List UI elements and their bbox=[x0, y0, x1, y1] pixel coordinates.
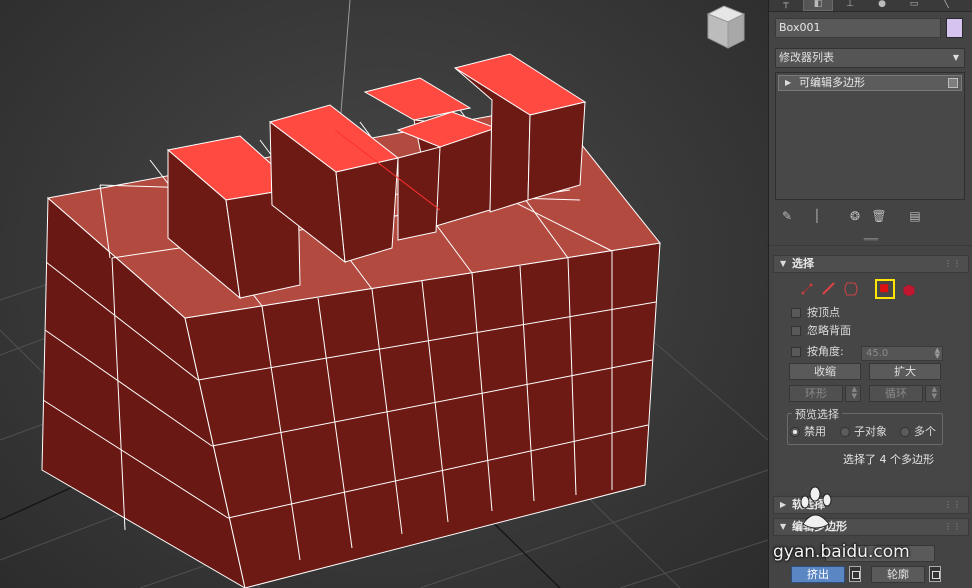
angle-spinner[interactable]: 45.0 ▲ ▼ bbox=[861, 346, 943, 361]
outline-settings-icon[interactable] bbox=[929, 566, 941, 582]
outline-button[interactable]: 轮廓 bbox=[871, 566, 925, 583]
extrude-settings-icon[interactable] bbox=[849, 566, 861, 582]
ring-spinner-icon: ▲ ▼ bbox=[851, 385, 857, 400]
edit-polygons-buttons: 挤出 轮廓 bbox=[789, 566, 965, 584]
create-tab-icon[interactable]: ┬ bbox=[771, 0, 801, 11]
vertex-level-icon[interactable] bbox=[797, 279, 817, 299]
selection-rollout-body: 按顶点 忽略背面 按角度: 45.0 ▲ ▼ 收缩 扩大 环形 ▲ ▼ 循环 ▲ ▼ … bbox=[773, 273, 969, 493]
make-unique-icon[interactable]: ❂ bbox=[847, 208, 863, 224]
expand-triangle-icon[interactable]: ▶ bbox=[785, 76, 791, 90]
stack-item-editable-poly[interactable]: ▶ 可编辑多边形 bbox=[778, 75, 962, 91]
panel-tabbar: ┬ ◧ ⊥ ● ▭ ╲ bbox=[769, 0, 972, 12]
ignore-backfacing-label: 忽略背面 bbox=[807, 324, 851, 337]
ring-spinner[interactable]: ▲ ▼ bbox=[845, 385, 861, 402]
soft-selection-rollout-header[interactable]: ▶ 软选择 ⋮⋮ bbox=[773, 496, 969, 514]
configure-sets-icon[interactable]: ▤ bbox=[907, 208, 923, 224]
remove-modifier-icon[interactable]: 🗑 bbox=[871, 208, 887, 224]
selection-rollout-header[interactable]: ▼ 选择 ⋮⋮ bbox=[773, 255, 969, 273]
view-cube[interactable] bbox=[700, 2, 750, 52]
preview-off-label: 禁用 bbox=[804, 425, 826, 438]
loop-label: 循环 bbox=[885, 387, 907, 400]
spinner-arrows-icon[interactable]: ▲ ▼ bbox=[935, 347, 940, 360]
edit-polygons-rollout-title: 编辑多边形 bbox=[792, 520, 847, 533]
object-name-field[interactable]: Box001 bbox=[775, 18, 941, 38]
selection-rollout-title: 选择 bbox=[792, 257, 814, 270]
panel-divider[interactable]: ═══ bbox=[769, 236, 972, 246]
preview-subobject-label: 子对象 bbox=[854, 425, 887, 438]
preview-subobject-radio[interactable] bbox=[840, 427, 850, 437]
loop-spinner-icon: ▲ ▼ bbox=[931, 385, 937, 400]
rollout-dots-icon: ⋮⋮ bbox=[944, 259, 962, 268]
perspective-viewport[interactable] bbox=[0, 0, 768, 588]
expand-icon: ▶ bbox=[780, 500, 787, 509]
show-end-result-icon[interactable]: │ bbox=[809, 208, 825, 224]
stack-item-label: 可编辑多边形 bbox=[799, 76, 865, 89]
modifier-list-label: 修改器列表 bbox=[779, 51, 834, 64]
soft-selection-rollout-title: 软选择 bbox=[792, 498, 825, 511]
selection-status-text: 选择了 4 个多边形 bbox=[843, 453, 934, 466]
display-tab-icon[interactable]: ▭ bbox=[899, 0, 929, 11]
hierarchy-tab-icon[interactable]: ⊥ bbox=[835, 0, 865, 11]
modifier-toggle-icon[interactable] bbox=[948, 78, 958, 88]
insert-vertex-button[interactable] bbox=[825, 545, 935, 562]
subobject-level-buttons bbox=[793, 279, 943, 301]
border-level-icon[interactable] bbox=[841, 279, 861, 299]
ring-button[interactable]: 环形 bbox=[789, 385, 843, 402]
ring-label: 环形 bbox=[805, 387, 827, 400]
by-angle-checkbox[interactable] bbox=[791, 347, 801, 357]
by-angle-label: 按角度: bbox=[807, 345, 844, 358]
extrude-button[interactable]: 挤出 bbox=[791, 566, 845, 583]
preview-selection-group: 预览选择 禁用 子对象 多个 bbox=[787, 406, 943, 445]
edit-polygons-rollout-header[interactable]: ▼ 编辑多边形 ⋮⋮ bbox=[773, 518, 969, 536]
motion-tab-icon[interactable]: ● bbox=[867, 0, 897, 11]
scene-geometry[interactable] bbox=[0, 0, 768, 588]
modifier-list-dropdown[interactable]: 修改器列表 ▼ bbox=[775, 48, 965, 68]
rollout-dots-icon: ⋮⋮ bbox=[944, 500, 962, 509]
angle-value: 45.0 bbox=[866, 348, 889, 359]
element-level-icon[interactable] bbox=[899, 279, 919, 299]
preview-off-radio[interactable] bbox=[790, 427, 800, 437]
preview-selection-title: 预览选择 bbox=[792, 406, 842, 422]
preview-multi-radio[interactable] bbox=[900, 427, 910, 437]
loop-spinner[interactable]: ▲ ▼ bbox=[925, 385, 941, 402]
modifier-stack[interactable]: ▶ 可编辑多边形 bbox=[775, 72, 965, 200]
ignore-backfacing-checkbox[interactable] bbox=[791, 326, 801, 336]
dropdown-arrow-icon: ▼ bbox=[952, 53, 959, 62]
polygon-level-icon[interactable] bbox=[875, 279, 895, 299]
by-vertex-label: 按顶点 bbox=[807, 306, 840, 319]
loop-button[interactable]: 循环 bbox=[869, 385, 923, 402]
modify-tab-icon[interactable]: ◧ bbox=[803, 0, 833, 11]
utilities-tab-icon[interactable]: ╲ bbox=[931, 0, 961, 11]
shrink-button[interactable]: 收缩 bbox=[789, 363, 861, 380]
grow-button[interactable]: 扩大 bbox=[869, 363, 941, 380]
stack-toolbar: ✎ │ ❂ 🗑 ▤ bbox=[775, 206, 965, 226]
by-vertex-checkbox[interactable] bbox=[791, 308, 801, 318]
rollout-dots-icon: ⋮⋮ bbox=[944, 522, 962, 531]
collapse-icon: ▼ bbox=[780, 522, 787, 531]
collapse-icon: ▼ bbox=[780, 259, 787, 268]
preview-multi-label: 多个 bbox=[914, 425, 936, 438]
edge-level-icon[interactable] bbox=[819, 279, 839, 299]
object-color-swatch[interactable] bbox=[946, 18, 963, 38]
command-panel: ┬ ◧ ⊥ ● ▭ ╲ Box001 修改器列表 ▼ ▶ 可编辑多边形 ✎ │ … bbox=[768, 0, 972, 588]
pin-stack-icon[interactable]: ✎ bbox=[779, 208, 795, 224]
